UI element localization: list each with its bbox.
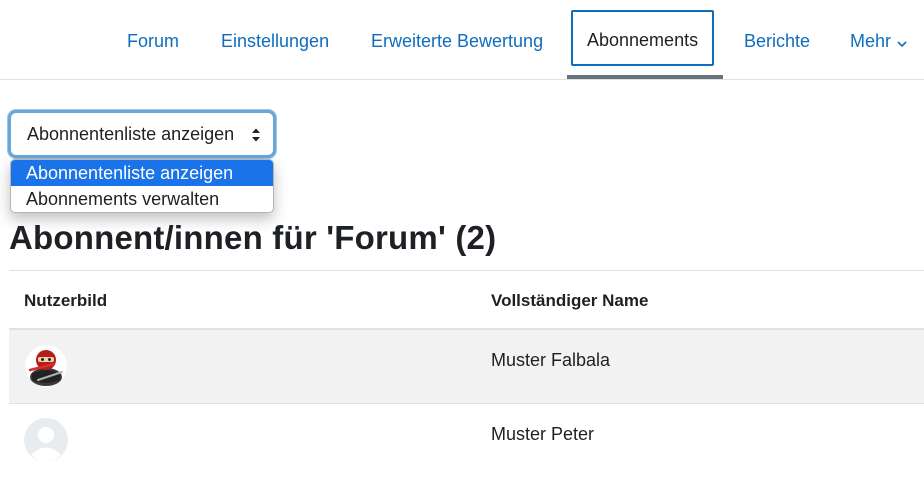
tab-abonnements[interactable]: Abonnements (571, 10, 715, 66)
subscribers-table: Nutzerbild Vollständiger Name Muster Fal… (9, 270, 924, 478)
option-abonnements-verwalten[interactable]: Abonnements verwalten (11, 186, 273, 212)
chevron-down-icon (897, 15, 907, 69)
ninja-avatar-icon[interactable] (24, 344, 68, 388)
column-header-name: Vollständiger Name (491, 291, 649, 310)
secondary-navigation: Forum Einstellungen Erweiterte Bewertung… (0, 0, 924, 80)
tab-forum[interactable]: Forum (127, 14, 179, 68)
view-select-value: Abonnentenliste anzeigen (27, 124, 235, 144)
tab-mehr[interactable]: Mehr (850, 14, 907, 68)
user-full-name[interactable]: Muster Peter (491, 404, 594, 464)
tab-berichte[interactable]: Berichte (744, 14, 810, 68)
table-row: Muster Falbala (9, 330, 924, 404)
option-abonnentenliste-anzeigen[interactable]: Abonnentenliste anzeigen (11, 160, 273, 186)
tab-einstellungen[interactable]: Einstellungen (221, 14, 329, 68)
table-row: Muster Peter (9, 404, 924, 478)
table-header: Nutzerbild Vollständiger Name (9, 270, 924, 330)
user-full-name[interactable]: Muster Falbala (491, 330, 610, 390)
column-header-nutzerbild: Nutzerbild (24, 291, 108, 310)
page-title: Abonnent/innen für 'Forum' (2) (9, 219, 497, 256)
view-select[interactable]: Abonnentenliste anzeigen (8, 110, 276, 158)
select-updown-icon (251, 127, 261, 148)
default-user-avatar-icon[interactable] (24, 418, 68, 462)
tab-mehr-label: Mehr (850, 31, 892, 51)
tab-erweiterte-bewertung[interactable]: Erweiterte Bewertung (371, 14, 543, 68)
view-select-dropdown: Abonnentenliste anzeigen Abonnements ver… (10, 159, 274, 213)
active-tab-indicator (567, 75, 723, 79)
